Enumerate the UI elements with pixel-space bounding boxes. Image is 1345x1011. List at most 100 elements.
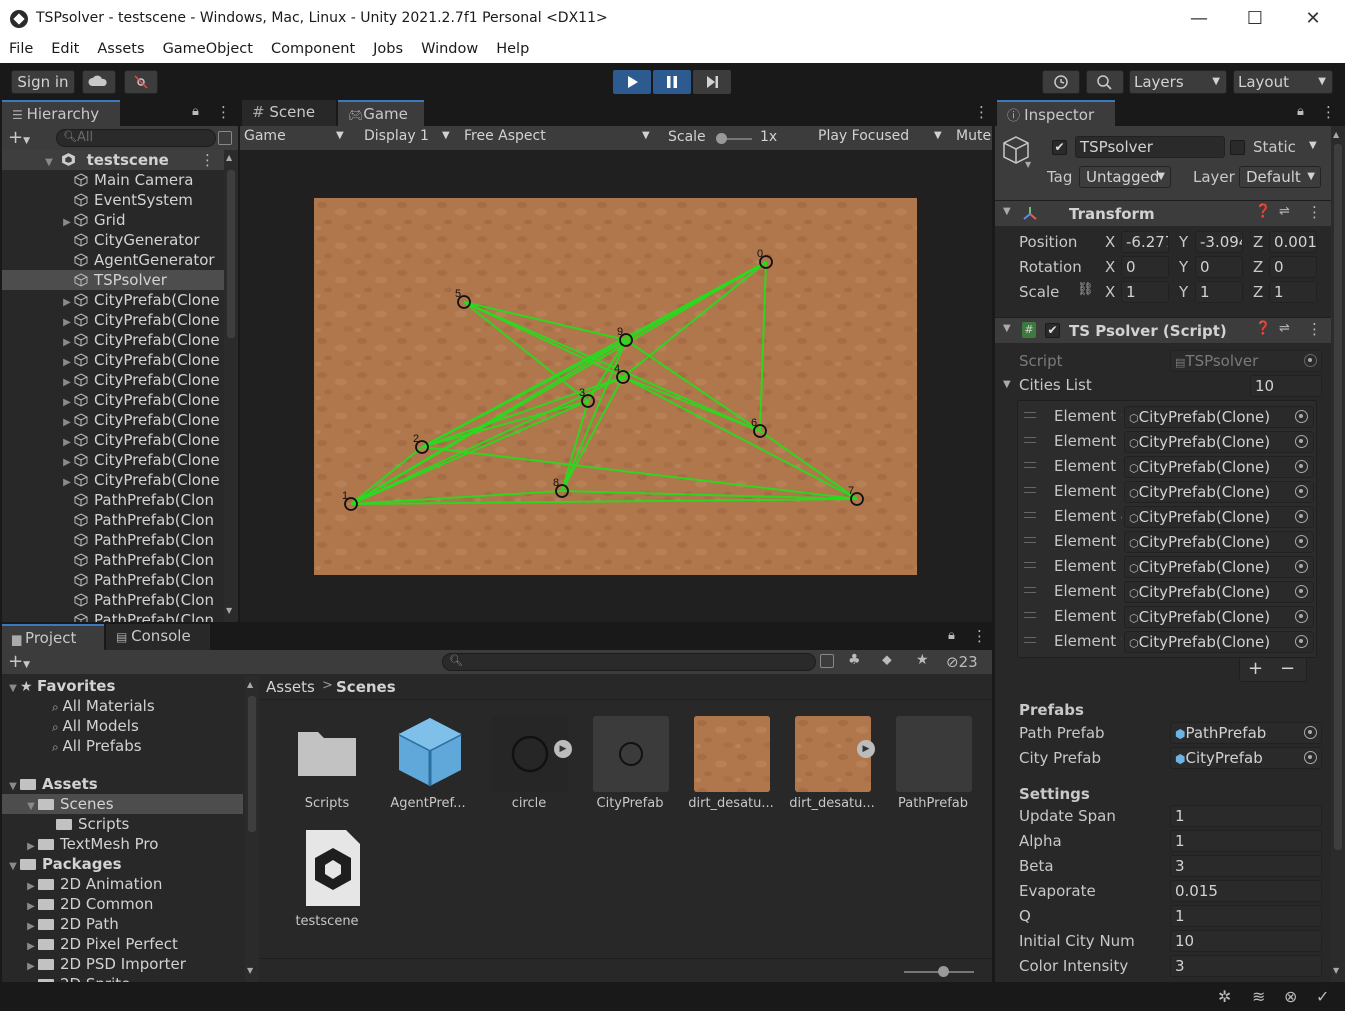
object-picker-icon[interactable] [1295,535,1308,548]
scroll-up-icon[interactable]: ▲ [1333,130,1339,139]
kebab-menu-icon[interactable]: ⋮ [1307,203,1322,221]
hierarchy-item[interactable]: ▶ CityPrefab(Clone [2,410,224,430]
chevron-down-icon[interactable]: ▼ [1003,379,1011,390]
object-picker-icon[interactable] [1295,410,1308,423]
scene-row[interactable]: ▼ testscene ⋮ [2,150,224,170]
project-search-input[interactable]: 🔍︎ [442,653,816,671]
drag-handle-icon[interactable] [1024,537,1036,543]
scroll-up-icon[interactable]: ▲ [226,153,232,162]
remove-element-icon[interactable]: − [1280,658,1295,679]
layers-dropdown[interactable]: Layers ▼ [1129,70,1227,94]
menu-assets[interactable]: Assets [88,38,153,63]
scroll-down-icon[interactable]: ▼ [1333,966,1339,975]
hierarchy-item[interactable]: PathPrefab(Clon [2,510,224,530]
transform-rotation-y-input[interactable]: 0 [1195,256,1243,278]
drag-handle-icon[interactable] [1024,562,1036,568]
project-tree-item[interactable]: ▶ 2D Animation [2,874,243,894]
hierarchy-item[interactable]: PathPrefab(Clon [2,590,224,610]
project-tree-item[interactable]: ▶ 2D Common [2,894,243,914]
drag-handle-icon[interactable] [1024,437,1036,443]
menu-help[interactable]: Help [487,38,538,63]
lock-icon[interactable]: 🔒︎ [192,104,199,119]
menu-jobs[interactable]: Jobs [364,38,412,63]
asset-item[interactable]: testscene [282,828,372,938]
asset-item[interactable]: PathPrefab [888,710,978,820]
hierarchy-item[interactable]: PathPrefab(Clon [2,550,224,570]
object-picker-icon[interactable] [1295,435,1308,448]
breadcrumb-scenes[interactable]: Scenes [336,678,396,696]
project-tree-item[interactable]: ⌕ All Materials [2,696,243,716]
tab-inspector[interactable]: ⓘ Inspector [997,100,1115,126]
layout-dropdown[interactable]: Layout ▼ [1233,70,1333,94]
hierarchy-search-input[interactable]: 🔍︎ All [56,129,216,147]
object-picker-icon[interactable] [1295,635,1308,648]
object-picker-icon[interactable] [1295,510,1308,523]
transform-position-x-input[interactable]: -6.277 [1121,231,1169,253]
project-tree-item[interactable]: ▼ Assets [2,774,243,794]
hierarchy-item[interactable]: TSPsolver [2,270,224,290]
progress-check-icon[interactable]: ✓ [1316,987,1329,1006]
tab-game[interactable]: 🎮︎Game [338,100,424,126]
script-component-header[interactable]: ▼ # ✔ TS Psolver (Script) ❓ ⇌ ⋮ [995,317,1331,343]
menu-window[interactable]: Window [412,38,487,63]
drag-handle-icon[interactable] [1024,462,1036,468]
hierarchy-item[interactable]: ▶ CityPrefab(Clone [2,430,224,450]
element-object-field[interactable]: ⬡CityPrefab(Clone) [1124,506,1314,528]
object-picker-icon[interactable] [1295,560,1308,573]
transform-position-y-input[interactable]: -3.094 [1195,231,1243,253]
asset-item[interactable]: CityPrefab [585,710,675,820]
play-preview-icon[interactable]: ▶ [554,740,572,758]
help-icon[interactable]: ❓ [1255,321,1271,336]
setting-input[interactable]: 10 [1170,930,1322,952]
kebab-menu-icon[interactable]: ⋮ [974,103,989,121]
object-picker-icon[interactable] [1295,585,1308,598]
tab-project[interactable]: ▆ Project [2,624,104,650]
project-tree-scrollbar[interactable]: ▲ ▼ [245,676,259,982]
object-picker-icon[interactable] [1295,460,1308,473]
element-object-field[interactable]: ⬡CityPrefab(Clone) [1124,631,1314,653]
asset-item[interactable]: AgentPref... [383,710,473,820]
help-icon[interactable]: ❓ [1255,204,1271,219]
transform-scale-x-input[interactable]: 1 [1121,281,1169,303]
tab-scene[interactable]: # Scene [242,100,336,126]
kebab-menu-icon[interactable]: ⋮ [972,627,987,645]
object-picker-icon[interactable] [1304,751,1317,764]
component-enabled-checkbox[interactable]: ✔ [1045,323,1060,338]
asset-item[interactable]: ▶ circle [484,710,574,820]
menu-file[interactable]: File [0,38,42,63]
scroll-up-icon[interactable]: ▲ [247,680,253,689]
preset-icon[interactable]: ⇌ [1279,204,1290,219]
menu-edit[interactable]: Edit [42,38,88,63]
transform-scale-z-input[interactable]: 1 [1269,281,1317,303]
lock-icon[interactable]: 🔒︎ [948,628,955,643]
hierarchy-item[interactable]: Main Camera [2,170,224,190]
kebab-menu-icon[interactable]: ⋮ [1307,320,1322,338]
drag-handle-icon[interactable] [1024,412,1036,418]
drag-handle-icon[interactable] [1024,587,1036,593]
scroll-down-icon[interactable]: ▼ [247,966,253,975]
static-checkbox[interactable] [1230,140,1245,155]
add-icon[interactable]: +▼ [8,651,30,672]
path-prefab-field[interactable]: ⬢PathPrefab [1170,722,1322,744]
history-button[interactable] [1042,70,1080,94]
asset-item[interactable]: Scripts [282,710,372,820]
element-object-field[interactable]: ⬡CityPrefab(Clone) [1124,481,1314,503]
debug-icon[interactable]: ✲ [1218,987,1231,1006]
sign-in-button[interactable]: Sign in [11,70,75,94]
setting-input[interactable]: 1 [1170,805,1322,827]
element-object-field[interactable]: ⬡CityPrefab(Clone) [1124,606,1314,628]
element-object-field[interactable]: ⬡CityPrefab(Clone) [1124,531,1314,553]
cache-icon[interactable]: ≋ [1252,987,1265,1006]
project-tree-item[interactable]: ▶ TextMesh Pro [2,834,243,854]
collab-button[interactable] [124,70,158,94]
label-icon[interactable]: ⬥ [882,652,892,668]
menu-gameobject[interactable]: GameObject [154,38,262,63]
hierarchy-item[interactable]: ▶ CityPrefab(Clone [2,350,224,370]
project-tree-item[interactable]: ▼ Packages [2,854,243,874]
setting-input[interactable]: 1 [1170,830,1322,852]
breadcrumb-assets[interactable]: Assets [266,678,315,696]
expand-arrow-icon[interactable]: ▶ [24,977,38,982]
hierarchy-item[interactable]: AgentGenerator [2,250,224,270]
hierarchy-item[interactable]: ▶ CityPrefab(Clone [2,450,224,470]
hierarchy-item[interactable]: ▶ CityPrefab(Clone [2,470,224,490]
